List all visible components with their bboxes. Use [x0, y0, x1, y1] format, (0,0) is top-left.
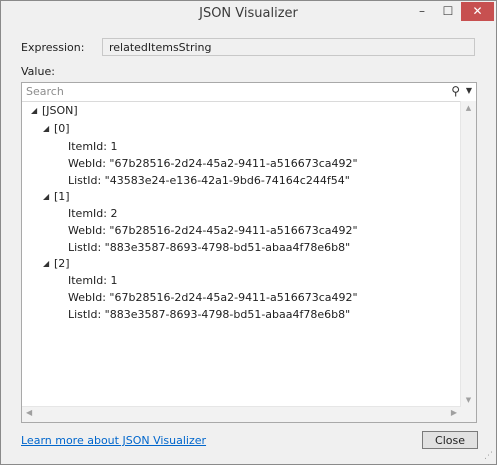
collapse-icon[interactable]: ◢ — [43, 259, 49, 268]
collapse-icon[interactable]: ◢ — [31, 106, 37, 115]
search-icon[interactable]: ⚲ — [451, 84, 460, 98]
tree-leaf-node[interactable]: WebId: "67b28516-2d24-45a2-9411-a516673c… — [68, 224, 358, 237]
chevron-down-icon[interactable]: ▼ — [466, 86, 472, 95]
tree-leaf-node[interactable]: WebId: "67b28516-2d24-45a2-9411-a516673c… — [68, 291, 358, 304]
expression-field[interactable]: relatedItemsString — [102, 38, 475, 56]
collapse-icon[interactable]: ◢ — [43, 124, 49, 133]
maximize-button[interactable]: ☐ — [435, 2, 461, 21]
scroll-left-icon[interactable]: ◀ — [26, 408, 32, 417]
scrollbar-corner — [461, 407, 476, 422]
scroll-right-icon[interactable]: ▶ — [451, 408, 457, 417]
tree-root-node[interactable]: [JSON] — [42, 104, 78, 117]
tree-item-node[interactable]: [2] — [54, 257, 70, 270]
json-visualizer-window: JSON Visualizer – ☐ ✕ Expression: relate… — [0, 0, 497, 465]
tree-leaf-node[interactable]: ItemId: 2 — [68, 207, 117, 220]
tree-leaf-node[interactable]: ListId: "883e3587-8693-4798-bd51-abaa4f7… — [68, 308, 350, 321]
vertical-scrollbar[interactable]: ▲ ▼ — [460, 101, 476, 407]
resize-grip-icon[interactable]: ⋰ — [484, 451, 493, 461]
collapse-icon[interactable]: ◢ — [43, 192, 49, 201]
value-panel: ⚲ ▼ ◢ [JSON] ◢ [0] ItemId: 1 WebId: "67b… — [21, 82, 477, 423]
tree-leaf-node[interactable]: WebId: "67b28516-2d24-45a2-9411-a516673c… — [68, 157, 358, 170]
value-label: Value: — [21, 65, 55, 78]
learn-more-link[interactable]: Learn more about JSON Visualizer — [21, 434, 206, 447]
scroll-up-icon[interactable]: ▲ — [461, 104, 476, 112]
tree-leaf-node[interactable]: ListId: "43583e24-e136-42a1-9bd6-74164c2… — [68, 174, 350, 187]
json-tree: ◢ [JSON] ◢ [0] ItemId: 1 WebId: "67b2851… — [22, 101, 461, 407]
title-bar: JSON Visualizer – ☐ ✕ — [1, 1, 496, 28]
close-button[interactable]: Close — [422, 431, 478, 449]
tree-leaf-node[interactable]: ItemId: 1 — [68, 274, 117, 287]
search-bar: ⚲ ▼ — [22, 83, 476, 102]
search-input[interactable] — [22, 83, 450, 100]
tree-item-node[interactable]: [0] — [54, 122, 70, 135]
scroll-down-icon[interactable]: ▼ — [461, 396, 476, 404]
horizontal-scrollbar[interactable]: ◀ ▶ — [22, 406, 461, 422]
tree-leaf-node[interactable]: ItemId: 1 — [68, 140, 117, 153]
minimize-button[interactable]: – — [409, 2, 435, 21]
tree-leaf-node[interactable]: ListId: "883e3587-8693-4798-bd51-abaa4f7… — [68, 241, 350, 254]
expression-label: Expression: — [21, 41, 85, 54]
tree-item-node[interactable]: [1] — [54, 190, 70, 203]
close-window-button[interactable]: ✕ — [461, 2, 494, 21]
